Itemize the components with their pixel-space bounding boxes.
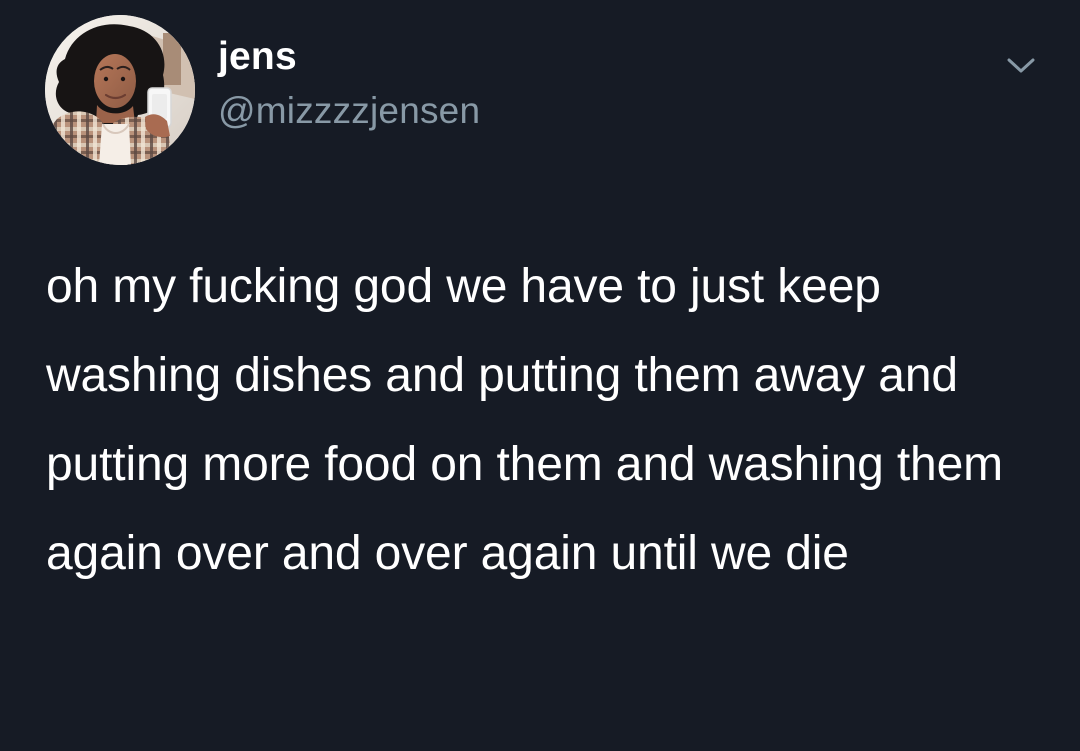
author-display-name[interactable]: jens — [218, 35, 297, 79]
tweet-text: oh my fucking god we have to just keep w… — [46, 260, 1003, 580]
tweet-card: jens @mizzzzjensen oh my fucking god we … — [0, 0, 1080, 751]
author-handle[interactable]: @mizzzzjensen — [218, 90, 480, 132]
chevron-down-icon[interactable] — [1003, 53, 1039, 77]
avatar-image — [45, 15, 195, 165]
author-avatar[interactable] — [45, 15, 195, 165]
